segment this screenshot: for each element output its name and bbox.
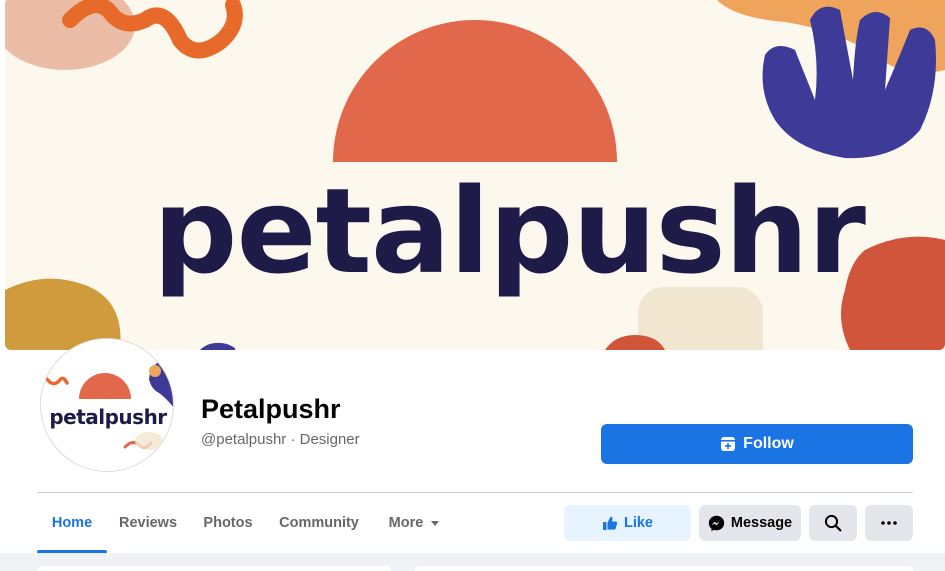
message-button-label: Message [730,515,793,531]
tab-label: Home [51,515,93,531]
tab-label: More [388,515,424,531]
messenger-icon [708,515,725,531]
follow-page-icon [721,437,736,451]
tab-label: Community [279,515,359,531]
caret-down-icon [431,520,440,526]
more-options-button[interactable] [865,505,913,541]
feed-card-right [415,566,913,571]
avatar-wordmark: petalpushr [49,405,167,429]
purple-small-shape [200,342,236,350]
like-button-label: Like [623,515,653,531]
tab-home[interactable]: Home [37,493,107,553]
facebook-page-header: petalpushr petalpushr Petalpushr @petalp… [0,0,945,571]
avatar-beige-blob [135,432,163,450]
avatar-squiggle-shape [45,376,69,386]
more-dots-icon [881,521,897,525]
search-button[interactable] [809,505,857,541]
page-subtitle: @petalpushr · Designer [201,431,360,448]
tab-label: Reviews [118,515,178,531]
tab-community[interactable]: Community [270,493,368,553]
feed-card-left [37,566,391,571]
tab-reviews[interactable]: Reviews [111,493,185,553]
avatar-orange-dot [149,365,161,377]
cover-wordmark: petalpushr [153,162,866,300]
follow-button[interactable]: Follow [601,424,913,464]
avatar-sun-shape [79,373,131,399]
message-button[interactable]: Message [699,505,801,541]
page-title[interactable]: Petalpushr [201,394,341,425]
sun-semicircle-shape [333,20,617,162]
cover-photo[interactable]: petalpushr [5,0,945,350]
like-button[interactable]: Like [564,505,691,541]
tab-more[interactable]: More [377,493,451,553]
tab-photos[interactable]: Photos [194,493,262,553]
profile-avatar[interactable]: petalpushr [40,338,174,472]
tab-label: Photos [203,515,253,531]
follow-button-label: Follow [743,435,794,452]
search-icon [824,514,842,532]
thumbs-up-icon [602,516,618,530]
